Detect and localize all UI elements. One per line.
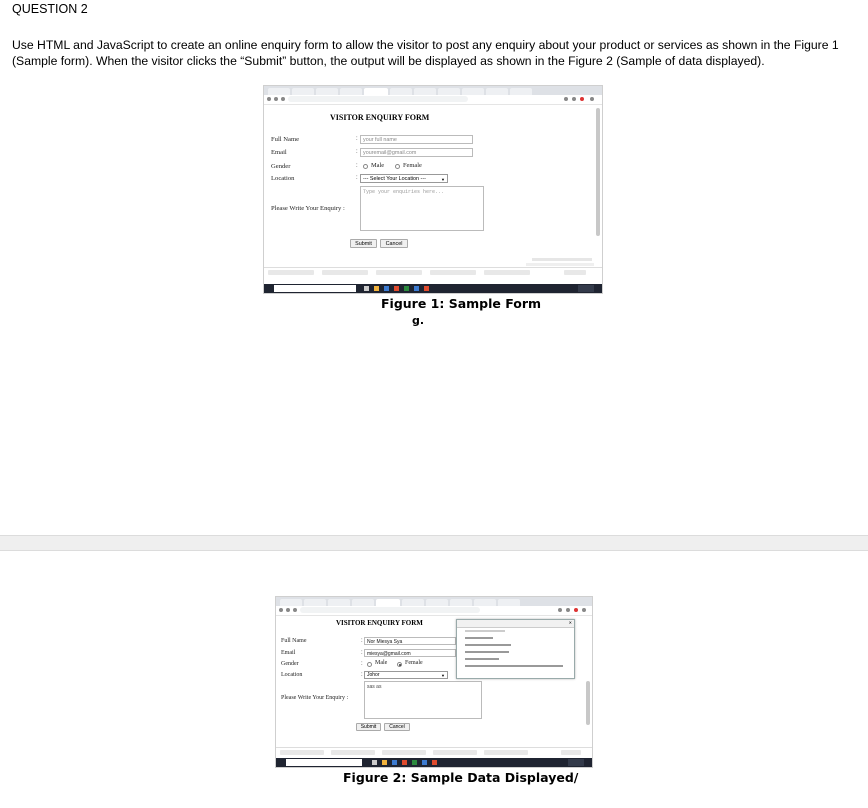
figure-1-screenshot: VISITOR ENQUIRY FORM Full Name : your fu… bbox=[263, 85, 603, 294]
form-title: VISITOR ENQUIRY FORM bbox=[330, 113, 430, 122]
taskbar-app-icon[interactable] bbox=[374, 286, 379, 291]
taskbar-app-icon[interactable] bbox=[384, 286, 389, 291]
taskbar-app-icon[interactable] bbox=[404, 286, 409, 291]
female-radio[interactable] bbox=[395, 164, 400, 169]
email-label: Email bbox=[271, 149, 287, 156]
full-name-label: Full Name bbox=[281, 638, 307, 644]
form-title: VISITOR ENQUIRY FORM bbox=[336, 619, 423, 627]
downloads-bar bbox=[276, 747, 592, 758]
female-label: Female bbox=[403, 162, 422, 169]
chevron-down-icon: ▼ bbox=[441, 177, 445, 182]
question-title: QUESTION 2 bbox=[12, 2, 88, 16]
location-label: Location bbox=[281, 672, 303, 678]
email-input[interactable]: youremail@gmail.com bbox=[360, 148, 473, 157]
enquiry-textarea[interactable]: sas as bbox=[364, 681, 482, 719]
email-input[interactable]: miesya@gmail.com bbox=[364, 649, 456, 657]
browser-address-bar bbox=[264, 95, 602, 105]
taskbar-search[interactable] bbox=[286, 759, 362, 766]
submit-button[interactable]: Submit bbox=[350, 239, 377, 248]
taskbar-app-icon[interactable] bbox=[402, 760, 407, 765]
downloads-bar bbox=[264, 267, 602, 278]
submit-button[interactable]: Submit bbox=[356, 723, 381, 731]
figure-2-screenshot: VISITOR ENQUIRY FORM Full Name : Nor Mie… bbox=[275, 596, 593, 768]
taskbar-search[interactable] bbox=[274, 285, 356, 292]
gender-label: Gender bbox=[281, 661, 299, 667]
windows-taskbar bbox=[264, 284, 602, 293]
page-break bbox=[0, 535, 868, 551]
gender-label: Gender bbox=[271, 163, 291, 170]
taskbar-app-icon[interactable] bbox=[424, 286, 429, 291]
female-label: Female bbox=[405, 660, 423, 666]
close-icon[interactable]: ✕ bbox=[569, 620, 572, 625]
location-label: Location bbox=[271, 175, 295, 182]
question-body: Use HTML and JavaScript to create an onl… bbox=[12, 38, 839, 68]
location-select[interactable]: --- Select Your Location --- ▼ bbox=[360, 174, 448, 183]
activate-windows-watermark bbox=[532, 258, 592, 261]
male-label: Male bbox=[375, 660, 388, 666]
male-radio[interactable] bbox=[367, 662, 372, 667]
browser-tab-bar bbox=[264, 86, 602, 95]
full-name-input[interactable]: your full name bbox=[360, 135, 473, 144]
taskbar-app-icon[interactable] bbox=[422, 760, 427, 765]
popup-title-bar: ✕ bbox=[457, 620, 574, 628]
enquiry-label: Please Write Your Enquiry : bbox=[281, 695, 349, 701]
taskbar-app-icon[interactable] bbox=[414, 286, 419, 291]
enquiry-textarea[interactable]: Type your enquiries here... bbox=[360, 186, 484, 231]
full-name-label: Full Name bbox=[271, 136, 300, 143]
male-label: Male bbox=[371, 162, 385, 169]
figure-2-caption: Figure 2: Sample Data Displayed/ bbox=[343, 770, 579, 785]
taskbar-clock bbox=[578, 285, 594, 292]
browser-address-bar bbox=[276, 606, 592, 616]
figure-1-mark: g. bbox=[412, 314, 425, 327]
document-page-1: QUESTION 2 Use HTML and JavaScript to cr… bbox=[0, 0, 868, 535]
browser-tab-bar bbox=[276, 597, 592, 606]
taskbar-app-icon[interactable] bbox=[364, 286, 369, 291]
taskbar-app-icon[interactable] bbox=[394, 286, 399, 291]
taskbar-app-icon[interactable] bbox=[412, 760, 417, 765]
chevron-down-icon: ▼ bbox=[441, 673, 445, 678]
figure-1-caption: Figure 1: Sample Form bbox=[381, 296, 542, 311]
taskbar-app-icon[interactable] bbox=[372, 760, 377, 765]
female-radio[interactable] bbox=[397, 662, 402, 667]
location-selected-value: --- Select Your Location --- bbox=[363, 176, 426, 182]
email-label: Email bbox=[281, 650, 296, 656]
page-scrollbar[interactable] bbox=[586, 681, 590, 725]
document-page-2: VISITOR ENQUIRY FORM Full Name : Nor Mie… bbox=[0, 551, 868, 808]
output-popup-window: ✕ bbox=[456, 619, 575, 679]
taskbar-app-icon[interactable] bbox=[432, 760, 437, 765]
cancel-button[interactable]: Cancel bbox=[380, 239, 408, 248]
cancel-button[interactable]: Cancel bbox=[384, 723, 410, 731]
location-select[interactable]: Johor ▼ bbox=[364, 671, 448, 679]
enquiry-label: Please Write Your Enquiry : bbox=[271, 205, 345, 212]
male-radio[interactable] bbox=[363, 164, 368, 169]
windows-taskbar bbox=[276, 758, 592, 767]
taskbar-clock bbox=[568, 759, 584, 766]
page-scrollbar[interactable] bbox=[596, 108, 600, 236]
taskbar-app-icon[interactable] bbox=[382, 760, 387, 765]
location-selected-value: Johor bbox=[367, 672, 380, 678]
full-name-input[interactable]: Nor Miesya Sya bbox=[364, 637, 456, 645]
taskbar-app-icon[interactable] bbox=[392, 760, 397, 765]
